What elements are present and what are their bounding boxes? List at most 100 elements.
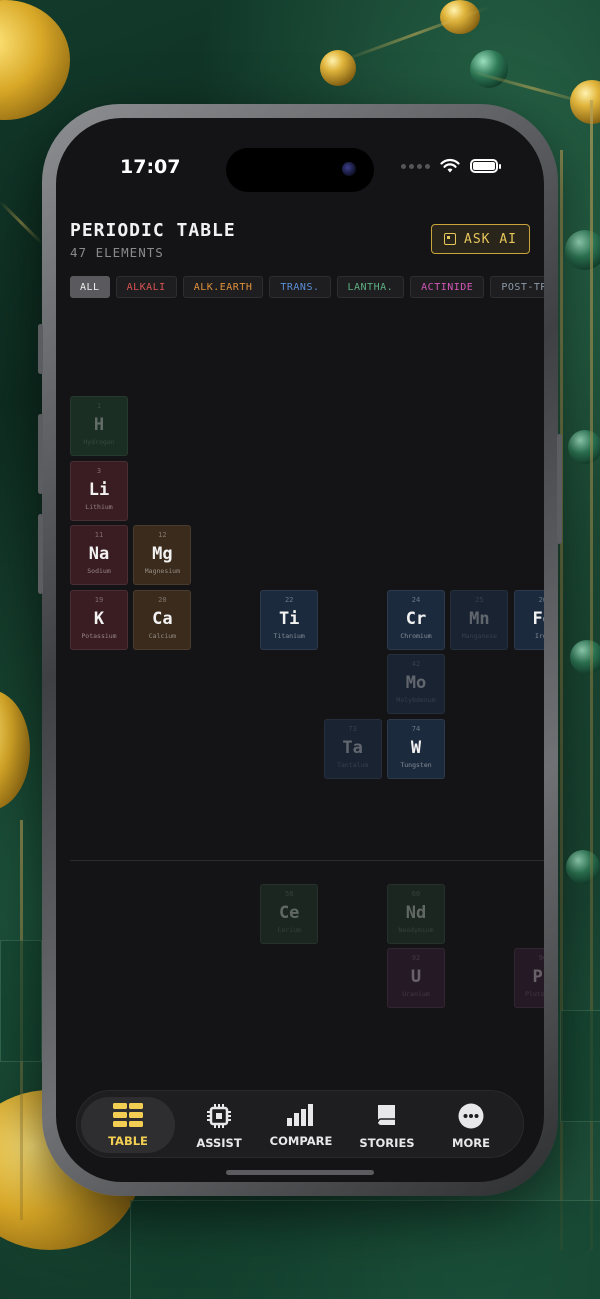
tab-assist[interactable]: ASSIST (177, 1097, 261, 1153)
element-name: Neodymium (398, 925, 434, 934)
element-name: Iron (534, 631, 544, 640)
element-tile-magnesium[interactable]: 12 Mg Magnesium (133, 525, 192, 586)
element-tile-uranium[interactable]: 92 U Uranium (387, 948, 445, 1009)
atomic-number: 60 (411, 889, 421, 898)
element-tile-iron[interactable]: 26 Fe Iron (513, 589, 544, 650)
atomic-number: 58 (284, 889, 294, 898)
element-name: Chromium (400, 631, 432, 640)
filter-chip-lantha-[interactable]: LANTHA. (336, 276, 405, 298)
camera-icon (342, 162, 356, 176)
tab-label: COMPARE (269, 1134, 333, 1148)
element-name: Potassium (81, 631, 117, 640)
volume-up-button (38, 324, 43, 374)
atomic-number: 25 (475, 595, 484, 604)
element-name: Tantalum (336, 761, 369, 769)
molecule-atom (566, 850, 600, 884)
atomic-number: 94 (538, 954, 544, 963)
element-symbol: Mg (152, 544, 173, 565)
filter-chip-all[interactable]: ALL (70, 276, 110, 298)
chip-icon (177, 1103, 261, 1132)
element-name: Molybdenum (396, 696, 436, 705)
tab-compare[interactable]: COMPARE (259, 1097, 343, 1153)
element-tile-calcium[interactable]: 20 Ca Calcium (133, 589, 192, 650)
atomic-number: 20 (158, 595, 167, 604)
element-symbol: Ca (152, 608, 173, 629)
phone-frame: 17:07 PERIODIC TABLE 47 ELEMENTS ASK AI … (38, 104, 562, 1196)
molecule-atom (565, 230, 600, 270)
element-symbol: K (93, 608, 105, 629)
element-tile-potassium[interactable]: 19 K Potassium (70, 589, 128, 650)
series-divider (70, 860, 544, 861)
ai-chip-icon (444, 233, 457, 245)
filter-chip-alkali[interactable]: ALKALI (115, 276, 177, 298)
element-symbol: Nd (405, 902, 427, 923)
element-tile-neodymium[interactable]: 60 Nd Neodymium (387, 883, 445, 944)
tab-table[interactable]: TABLE (81, 1097, 175, 1153)
tab-stories[interactable]: STORIES (345, 1097, 429, 1153)
lab-panel (560, 1010, 600, 1122)
element-symbol: Fe (532, 608, 544, 629)
element-tile-sodium[interactable]: 11 Na Sodium (70, 525, 128, 586)
tab-label: ASSIST (196, 1136, 242, 1150)
ask-ai-button[interactable]: ASK AI (431, 224, 530, 254)
lab-panel (0, 940, 42, 1062)
status-time: 17:07 (120, 156, 181, 178)
element-name: Manganese (461, 631, 497, 640)
element-symbol: Mo (405, 673, 427, 694)
atomic-number: 73 (348, 725, 357, 733)
grid-icon (81, 1103, 175, 1130)
element-symbol: Na (88, 544, 110, 565)
tab-more[interactable]: MORE (429, 1097, 513, 1153)
element-name: Magnesium (144, 567, 180, 576)
molecule-atom (568, 430, 600, 464)
atomic-number: 19 (94, 595, 104, 604)
element-tile-lithium[interactable]: 3 Li Lithium (70, 460, 128, 521)
element-tile-manganese[interactable]: 25 Mn Manganese (450, 589, 509, 650)
element-symbol: H (93, 415, 105, 435)
element-symbol: Ta (342, 738, 363, 758)
element-tile-plutonium[interactable]: 94 Pu Plutonium (513, 948, 544, 1009)
molecule-atom (470, 50, 508, 88)
filter-chip-actinide[interactable]: ACTINIDE (410, 276, 485, 298)
element-name: Tungsten (400, 761, 432, 769)
element-tile-tantalum[interactable]: 73 Ta Tantalum (323, 719, 382, 779)
bar-chart-icon (259, 1103, 343, 1130)
gold-coin-decoration (0, 0, 70, 120)
page-title: PERIODIC TABLE (70, 220, 236, 241)
home-indicator[interactable] (226, 1170, 374, 1175)
element-tile-cerium[interactable]: 58 Ce Cerium (260, 883, 319, 944)
element-symbol: Ti (278, 608, 300, 629)
element-symbol: U (410, 967, 422, 988)
element-tile-tungsten[interactable]: 74 W Tungsten (387, 719, 445, 779)
element-tile-hydrogen[interactable]: 1 H Hydrogen (70, 396, 128, 456)
mute-switch (38, 514, 43, 594)
power-button (557, 434, 562, 544)
lab-floor (130, 1200, 600, 1299)
dynamic-island (226, 148, 374, 192)
element-tile-chromium[interactable]: 24 Cr Chromium (387, 589, 445, 650)
ask-ai-label: ASK AI (464, 231, 517, 247)
atomic-number: 24 (411, 595, 421, 604)
element-tile-molybdenum[interactable]: 42 Mo Molybdenum (387, 654, 445, 715)
gold-coin-decoration (0, 690, 30, 810)
element-tile-titanium[interactable]: 22 Ti Titanium (260, 589, 319, 650)
element-name: Calcium (148, 631, 177, 640)
atomic-number: 12 (158, 531, 167, 540)
element-name: Sodium (87, 567, 111, 576)
element-count: 47 ELEMENTS (70, 245, 164, 260)
molecule-bond (339, 5, 491, 63)
filter-chip-alk-earth[interactable]: ALK.EARTH (182, 276, 264, 298)
element-symbol: Pu (532, 967, 544, 988)
atomic-number: 26 (538, 595, 544, 604)
element-symbol: Cr (405, 608, 427, 629)
element-name: Cerium (277, 925, 301, 934)
element-name: Uranium (402, 990, 430, 999)
atomic-number: 11 (94, 531, 104, 540)
battery-icon (470, 159, 501, 173)
atomic-number: 3 (96, 466, 102, 475)
filter-chip-post-tr[interactable]: POST-TR (490, 276, 544, 298)
filter-chip-trans-[interactable]: TRANS. (269, 276, 331, 298)
atomic-number: 92 (411, 954, 421, 963)
element-symbol: Mn (469, 608, 490, 629)
volume-down-button (38, 414, 43, 494)
